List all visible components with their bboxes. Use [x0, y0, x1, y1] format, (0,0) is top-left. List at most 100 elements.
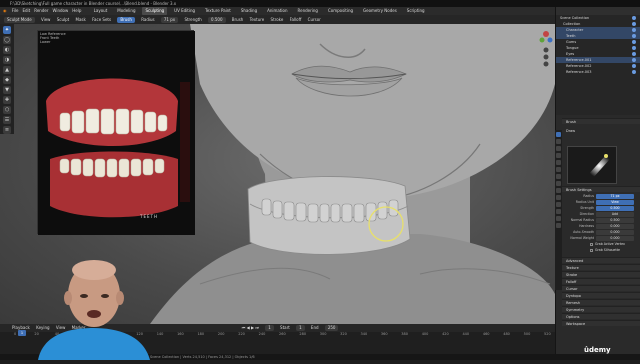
visibility-eye-icon[interactable]: [632, 28, 636, 32]
header-texture-menu[interactable]: Texture: [250, 17, 265, 22]
menu-edit[interactable]: Edit: [22, 8, 30, 13]
field-value[interactable]: Add: [596, 212, 634, 217]
sculpt-tool-icon[interactable]: ☰: [3, 116, 11, 124]
workspace-tab-compositing[interactable]: Compositing: [325, 7, 356, 15]
sculpt-tool-icon[interactable]: ◆: [3, 76, 11, 84]
visibility-eye-icon[interactable]: [632, 46, 636, 50]
properties-tab-constraints-icon[interactable]: [556, 202, 561, 207]
brush-selector[interactable]: Brush: [117, 17, 135, 23]
properties-tab-modifiers-icon[interactable]: [556, 181, 561, 186]
workspace-tab-layout[interactable]: Layout: [91, 7, 111, 15]
workspace-tab-modeling[interactable]: Modeling: [114, 7, 138, 15]
reference-thumbnail-strip[interactable]: [180, 82, 190, 202]
section-falloff[interactable]: Falloff: [562, 278, 640, 284]
sculpt-tool-icon[interactable]: ✚: [3, 96, 11, 104]
sculpt-tool-icon[interactable]: ✦: [3, 26, 11, 34]
brush-settings-header[interactable]: Brush Settings: [562, 186, 640, 192]
menu-view[interactable]: View: [41, 17, 51, 22]
outliner-row[interactable]: Reference.003: [556, 69, 640, 75]
properties-tab-texture-icon[interactable]: [556, 223, 561, 228]
sculpt-tool-icon[interactable]: ◯: [3, 36, 11, 44]
field-value[interactable]: 0.500: [596, 206, 634, 211]
section-symmetry[interactable]: Symmetry: [562, 306, 640, 312]
properties-tab-object-icon[interactable]: [556, 174, 561, 179]
start-frame-field[interactable]: 1: [296, 325, 305, 331]
properties-tab-physics-icon[interactable]: [556, 195, 561, 200]
section-options[interactable]: Options: [562, 313, 640, 319]
section-remesh[interactable]: Remesh: [562, 299, 640, 305]
menu-window[interactable]: Window: [52, 8, 68, 13]
visibility-eye-icon[interactable]: [632, 22, 636, 26]
properties-tab-render-icon[interactable]: [556, 139, 561, 144]
sculpt-tool-icon[interactable]: ◐: [3, 46, 11, 54]
navigation-gizmo[interactable]: [538, 28, 554, 68]
blender-logo-icon[interactable]: ◉: [3, 8, 7, 13]
field-value[interactable]: 0.500: [596, 218, 634, 223]
sculpt-tool-icon[interactable]: ▼: [3, 86, 11, 94]
workspace-tab-geometry-nodes[interactable]: Geometry Nodes: [360, 7, 400, 15]
menu-file[interactable]: File: [12, 8, 19, 13]
playhead[interactable]: 1: [18, 330, 26, 336]
properties-tab-data-icon[interactable]: [556, 209, 561, 214]
field-value[interactable]: 0.000: [596, 236, 634, 241]
workspace-tab-rendering[interactable]: Rendering: [295, 7, 321, 15]
menu-mask[interactable]: Mask: [76, 17, 86, 22]
strength-field[interactable]: 0.500: [208, 17, 226, 23]
header-falloff-menu[interactable]: Falloff: [290, 17, 302, 22]
header-cursor-menu[interactable]: Cursor: [308, 17, 321, 22]
visibility-eye-icon[interactable]: [632, 70, 636, 74]
field-value[interactable]: 0.000: [596, 230, 634, 235]
checkbox-row[interactable]: Grab Active Vertex: [562, 242, 640, 247]
reference-image[interactable]: [37, 30, 195, 235]
brush-name-row[interactable]: Draw: [562, 128, 640, 134]
properties-tab-particles-icon[interactable]: [556, 188, 561, 193]
sculpt-tool-icon[interactable]: ≡: [3, 126, 11, 134]
radius-field[interactable]: 71 px: [160, 17, 179, 23]
properties-tab-output-icon[interactable]: [556, 146, 561, 151]
section-texture[interactable]: Texture: [562, 264, 640, 270]
header-stroke-menu[interactable]: Stroke: [271, 17, 284, 22]
visibility-eye-icon[interactable]: [632, 58, 636, 62]
properties-tab-view-layer-icon[interactable]: [556, 153, 561, 158]
menu-face-sets[interactable]: Face Sets: [92, 17, 111, 22]
play-controls[interactable]: ⏮ ◀ ▶ ⏭: [242, 325, 259, 330]
checkbox-icon[interactable]: [590, 248, 593, 252]
menu-help[interactable]: Help: [72, 8, 81, 13]
checkbox-row[interactable]: Grab Silhouette: [562, 248, 640, 253]
properties-tab-material-icon[interactable]: [556, 216, 561, 221]
workspace-tab-shading[interactable]: Shading: [238, 7, 260, 15]
sculpt-tool-icon[interactable]: ⬡: [3, 106, 11, 114]
workspace-tab-uv-editing[interactable]: UV Editing: [171, 7, 198, 15]
section-workspace[interactable]: Workspace: [562, 320, 640, 326]
visibility-eye-icon[interactable]: [632, 34, 636, 38]
visibility-eye-icon[interactable]: [632, 40, 636, 44]
section-advanced[interactable]: Advanced: [562, 257, 640, 263]
workspace-tab-animation[interactable]: Animation: [264, 7, 290, 15]
properties-tab-scene-icon[interactable]: [556, 160, 561, 165]
section-cursor[interactable]: Cursor: [562, 285, 640, 291]
visibility-eye-icon[interactable]: [632, 52, 636, 56]
sculpt-tool-icon[interactable]: ◑: [3, 56, 11, 64]
field-value[interactable]: 0.000: [596, 224, 634, 229]
workspace-tab-texture-paint[interactable]: Texture Paint: [202, 7, 234, 15]
properties-tab-world-icon[interactable]: [556, 167, 561, 172]
section-stroke[interactable]: Stroke: [562, 271, 640, 277]
section-dyntopo[interactable]: Dyntopo: [562, 292, 640, 298]
workspace-tab-sculpting[interactable]: Sculpting: [142, 7, 168, 15]
field-value[interactable]: View: [596, 200, 634, 205]
brush-preview[interactable]: [567, 146, 617, 184]
sculpt-tool-icon[interactable]: ▲: [3, 66, 11, 74]
end-frame-field[interactable]: 250: [324, 325, 339, 331]
workspace-tab-scripting[interactable]: Scripting: [404, 7, 428, 15]
visibility-eye-icon[interactable]: [632, 16, 636, 20]
visibility-eye-icon[interactable]: [632, 64, 636, 68]
checkbox-icon[interactable]: [590, 242, 593, 246]
properties-tab-tool-icon[interactable]: [556, 132, 561, 137]
mode-selector[interactable]: Sculpt Mode: [4, 17, 35, 23]
menu-render[interactable]: Render: [34, 8, 48, 13]
brush-section-header[interactable]: Brush: [562, 118, 640, 124]
current-frame-field[interactable]: 1: [265, 325, 274, 331]
header-brush-menu[interactable]: Brush: [232, 17, 244, 22]
menu-sculpt[interactable]: Sculpt: [57, 17, 70, 22]
field-value[interactable]: 71 px: [596, 194, 634, 199]
